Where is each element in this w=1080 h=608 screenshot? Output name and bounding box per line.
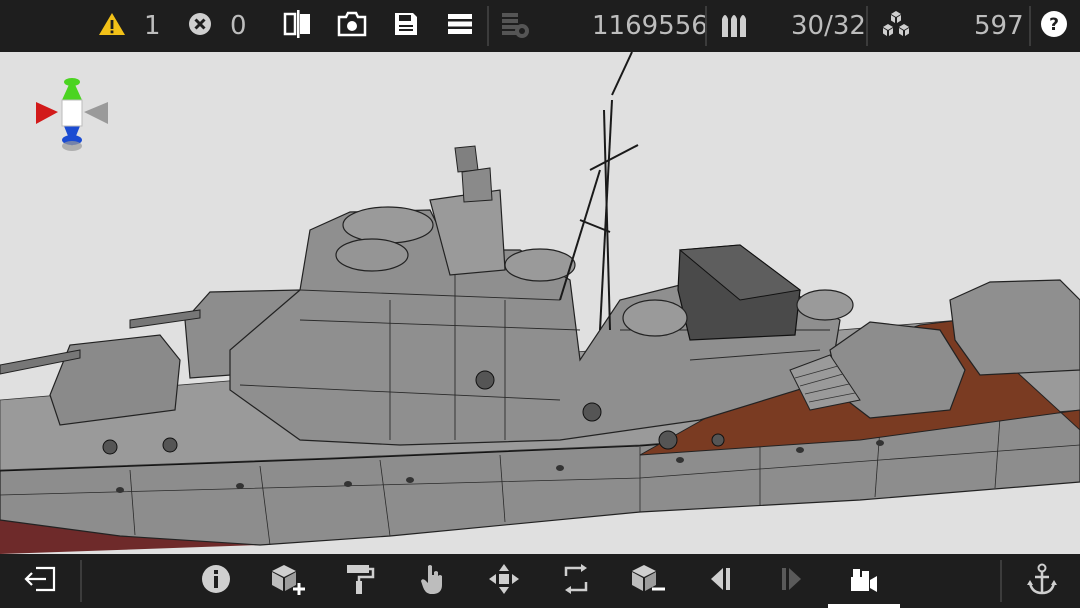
aa-gun-tub: [622, 299, 688, 337]
error-circle-icon: [188, 12, 212, 40]
parts-cubes-icon: [880, 9, 912, 43]
polygon-count: 1169556: [592, 11, 708, 41]
rotate-button[interactable]: [550, 554, 602, 608]
add-part-button[interactable]: [262, 554, 314, 608]
hand-pointer-icon: [419, 563, 445, 599]
paint-roller-icon: [345, 563, 375, 599]
main-menu-button[interactable]: [447, 0, 473, 52]
top-toolbar: 1 0 1169556 30/32 597 ?: [0, 0, 1080, 52]
camera-mode-button[interactable]: [828, 554, 900, 608]
parts-count-display: 597: [974, 0, 1024, 52]
toolbar-divider: [705, 6, 707, 46]
polygons-indicator: [500, 0, 532, 52]
ammo-icon: [719, 9, 749, 43]
aa-gun-tub: [796, 289, 854, 321]
paint-button[interactable]: [334, 554, 386, 608]
save-disk-icon: [393, 11, 419, 41]
mast: [559, 52, 639, 331]
parts-indicator: [880, 0, 912, 52]
aft-superstructure: [949, 279, 1080, 376]
redo-icon: [779, 566, 805, 596]
exit-icon: [24, 566, 56, 596]
errors-indicator[interactable]: 0: [188, 0, 247, 52]
camera-mode-icon: [849, 565, 879, 597]
add-cube-icon: [271, 563, 305, 599]
menu-icon: [447, 12, 473, 40]
warning-triangle-icon: [98, 11, 126, 41]
aa-gun-tub: [335, 238, 409, 272]
save-button[interactable]: [393, 0, 419, 52]
remove-cube-icon: [631, 563, 665, 599]
ammo-indicator: [719, 0, 749, 52]
camera-icon: [337, 11, 367, 41]
anchor-button[interactable]: [1016, 554, 1068, 608]
toolbar-divider: [487, 6, 489, 46]
forward-turret: [49, 334, 181, 426]
help-button[interactable]: ?: [1040, 0, 1068, 52]
bottom-toolbar: [0, 554, 1080, 608]
polygon-count-display: 1169556: [592, 0, 708, 52]
toolbar-divider: [1000, 560, 1002, 602]
undo-button[interactable]: [694, 554, 746, 608]
warnings-indicator[interactable]: 1: [98, 0, 161, 52]
toolbar-divider: [866, 6, 868, 46]
warnings-count: 1: [144, 11, 161, 41]
director: [461, 167, 493, 203]
ammo-count: 30/32: [791, 11, 866, 41]
move-arrows-icon: [488, 563, 520, 599]
toolbar-divider: [1029, 6, 1031, 46]
ammo-count-display: 30/32: [791, 0, 866, 52]
select-button[interactable]: [406, 554, 458, 608]
aa-gun-tub: [342, 206, 434, 244]
toolbar-divider: [80, 560, 82, 602]
parts-count: 597: [974, 11, 1024, 41]
aa-gun-tub: [504, 248, 576, 282]
polygon-stack-icon: [500, 9, 532, 43]
screenshot-button[interactable]: [337, 0, 367, 52]
move-button[interactable]: [478, 554, 530, 608]
svg-text:?: ?: [1049, 15, 1059, 35]
compare-split-icon: [283, 10, 313, 42]
help-icon: ?: [1040, 10, 1068, 42]
info-button[interactable]: [190, 554, 242, 608]
compare-button[interactable]: [283, 0, 313, 52]
exit-button[interactable]: [14, 554, 66, 608]
rotate-icon: [561, 564, 591, 598]
info-icon: [201, 564, 231, 598]
radar: [454, 145, 479, 173]
remove-part-button[interactable]: [622, 554, 674, 608]
redo-button[interactable]: [766, 554, 818, 608]
anchor-icon: [1027, 563, 1057, 599]
undo-icon: [707, 566, 733, 596]
ship-model-render: [0, 52, 1080, 554]
active-tool-indicator: [828, 604, 900, 608]
errors-count: 0: [230, 11, 247, 41]
3d-viewport[interactable]: [0, 52, 1080, 554]
orientation-gizmo[interactable]: [36, 78, 108, 151]
